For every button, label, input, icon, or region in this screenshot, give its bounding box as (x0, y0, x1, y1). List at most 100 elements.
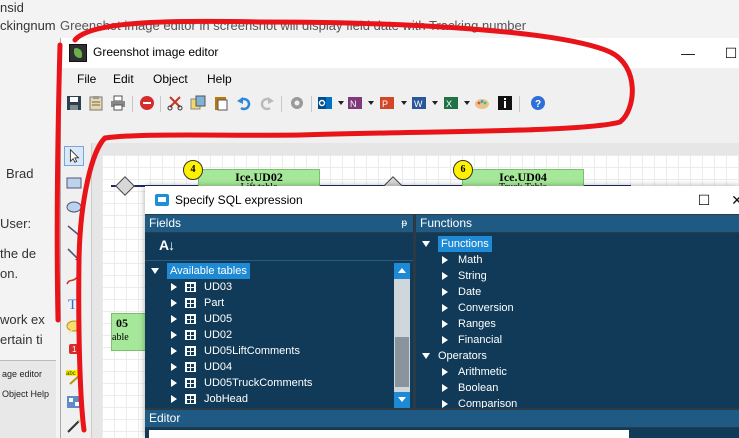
tree-node-label: Date (458, 286, 482, 298)
collapsed-arrow-icon[interactable] (442, 256, 448, 264)
outlook-dropdown-icon[interactable] (338, 101, 344, 105)
collapsed-arrow-icon[interactable] (171, 347, 177, 355)
excel-dropdown-icon[interactable] (464, 101, 470, 105)
table-icon (185, 346, 196, 356)
onenote-dropdown-icon[interactable] (368, 101, 374, 105)
tree-node-label: UD05TruckComments (204, 377, 313, 389)
pin-icon[interactable]: ᵽ (401, 215, 407, 232)
powerpoint-dropdown-icon[interactable] (401, 101, 407, 105)
table-icon (185, 282, 196, 292)
info-icon[interactable] (497, 95, 513, 111)
collapsed-arrow-icon[interactable] (171, 395, 177, 403)
freehand-tool-icon[interactable] (64, 269, 84, 289)
clipboard-icon[interactable] (88, 95, 104, 111)
tree-node-label: UD03 (204, 281, 233, 293)
svg-text:P: P (382, 99, 388, 109)
expanded-arrow-icon[interactable] (422, 241, 430, 247)
background-mini-editor: age editor Object Help (0, 360, 56, 438)
collapsed-arrow-icon[interactable] (442, 288, 448, 296)
menu-edit[interactable]: Edit (113, 72, 134, 86)
tree-node-label: String (458, 270, 487, 282)
counter-tool-icon[interactable]: 1 (64, 339, 84, 359)
copy-icon[interactable] (190, 95, 206, 111)
collapsed-arrow-icon[interactable] (442, 384, 448, 392)
collapsed-arrow-icon[interactable] (442, 368, 448, 376)
tree-node-label: JobHead (204, 393, 249, 405)
collapsed-arrow-icon[interactable] (442, 320, 448, 328)
collapsed-arrow-icon[interactable] (171, 299, 177, 307)
stop-icon[interactable] (139, 95, 155, 111)
mini-editor-title: age editor (2, 369, 43, 379)
scroll-down-icon[interactable] (394, 392, 410, 408)
sort-alphabetical-icon[interactable]: A↓ (159, 237, 175, 253)
dialog-maximize-button[interactable]: ☐ (689, 188, 719, 212)
dialog-close-button[interactable]: ✕ (727, 188, 739, 212)
powerpoint-icon[interactable]: P (379, 95, 395, 111)
paste-icon[interactable] (213, 95, 229, 111)
tree-node-label: Functions (438, 236, 492, 252)
title-bar[interactable]: Greenshot image editor — ☐ (61, 38, 739, 68)
menu-object[interactable]: Object (153, 72, 188, 86)
collapsed-arrow-icon[interactable] (171, 363, 177, 371)
tree-node-label: Financial (458, 334, 503, 346)
highlight-tool-icon[interactable]: abc (64, 367, 84, 387)
expanded-arrow-icon[interactable] (422, 353, 430, 359)
collapsed-arrow-icon[interactable] (442, 400, 448, 408)
toolbar-separator (519, 96, 520, 112)
save-icon[interactable] (66, 95, 82, 111)
ellipse-tool-icon[interactable] (64, 197, 84, 217)
dialog-title-bar[interactable]: Specify SQL expression ☐ ✕ (145, 186, 739, 214)
background-text-line: ckingnum (0, 18, 56, 33)
collapsed-arrow-icon[interactable] (442, 336, 448, 344)
collapsed-arrow-icon[interactable] (171, 283, 177, 291)
cut-icon[interactable] (167, 95, 183, 111)
editor-header-label: Editor (149, 411, 181, 425)
menu-help[interactable]: Help (207, 72, 232, 86)
collapsed-arrow-icon[interactable] (442, 304, 448, 312)
crop-tool-icon[interactable] (64, 416, 84, 436)
onenote-icon[interactable]: N (347, 95, 363, 111)
tree-node-label: Arithmetic (458, 366, 507, 378)
rectangle-tool-icon[interactable] (64, 173, 84, 193)
tree-node-label: Part (204, 297, 225, 309)
svg-text:abc: abc (66, 371, 76, 377)
paint-icon[interactable] (474, 95, 490, 111)
collapsed-arrow-icon[interactable] (442, 272, 448, 280)
svg-text:1: 1 (72, 345, 77, 354)
expanded-arrow-icon[interactable] (151, 268, 159, 274)
editor-panel-header: Editor (145, 410, 739, 427)
settings-icon[interactable] (289, 95, 305, 111)
word-dropdown-icon[interactable] (432, 101, 438, 105)
minimize-button[interactable]: — (673, 41, 703, 65)
scroll-up-icon[interactable] (394, 263, 410, 279)
redo-icon[interactable] (259, 95, 275, 111)
collapsed-arrow-icon[interactable] (171, 315, 177, 323)
outlook-icon[interactable] (317, 95, 333, 111)
collapsed-arrow-icon[interactable] (171, 379, 177, 387)
excel-icon[interactable]: X (443, 95, 459, 111)
text-tool-icon[interactable]: T (64, 293, 84, 313)
node-number-badge: 6 (453, 160, 473, 180)
line-tool-icon[interactable] (64, 221, 84, 241)
word-icon[interactable]: W (411, 95, 427, 111)
collapsed-arrow-icon[interactable] (171, 331, 177, 339)
background-top-strip: Greenshot image editor in screenshot wil… (60, 0, 739, 38)
help-icon[interactable]: ? (530, 95, 546, 111)
obfuscate-tool-icon[interactable] (64, 392, 84, 412)
menu-file[interactable]: File (77, 72, 96, 86)
sql-editor-textbox[interactable] (149, 430, 629, 438)
arrow-tool-icon[interactable] (64, 245, 84, 265)
tree-node-label: UD05 (204, 313, 233, 325)
tree-node-label: Conversion (458, 302, 514, 314)
svg-text:N: N (350, 99, 357, 109)
print-icon[interactable] (110, 95, 126, 111)
pointer-tool-icon[interactable] (64, 146, 84, 166)
undo-icon[interactable] (236, 95, 252, 111)
functions-panel: Functions Math String Date Conversion Ra… (416, 233, 739, 408)
maximize-button[interactable]: ☐ (716, 41, 739, 65)
scrollbar-thumb[interactable] (395, 337, 409, 387)
fields-scrollbar[interactable] (394, 263, 410, 408)
tree-node-label: UD04 (204, 361, 233, 373)
table-icon (185, 378, 196, 388)
speechbubble-tool-icon[interactable] (64, 317, 84, 337)
